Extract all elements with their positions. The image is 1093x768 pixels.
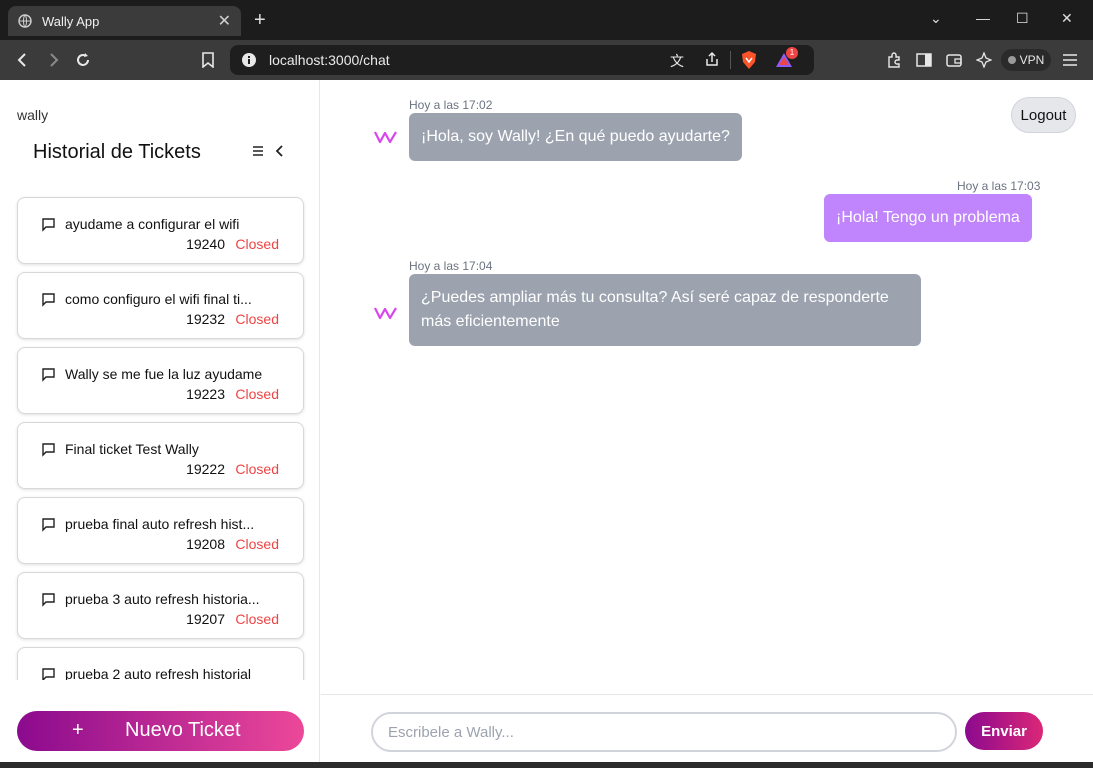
collapse-chevron-icon[interactable] (272, 143, 288, 159)
chat-bubble-icon (41, 217, 56, 232)
message-input[interactable] (371, 712, 957, 752)
list-menu-icon[interactable] (250, 143, 266, 159)
user-message-bubble: ¡Hola! Tengo un problema (824, 194, 1032, 242)
wally-logo-icon (374, 129, 398, 145)
ticket-status: Closed (235, 611, 279, 627)
wally-logo-icon (374, 305, 398, 321)
chat-bubble-icon (41, 367, 56, 382)
ticket-title: Wally se me fue la luz ayudame (65, 366, 263, 382)
ticket-card[interactable]: Wally se me fue la luz ayudame 19223 Clo… (17, 347, 304, 414)
sidebar-title: Historial de Tickets (33, 141, 201, 163)
wallet-icon[interactable] (943, 49, 965, 71)
message-composer: Enviar (321, 694, 1093, 762)
browser-toolbar: localhost:3000/chat 文 1 VPN (0, 40, 1093, 80)
reload-icon[interactable] (71, 48, 95, 72)
brave-shield-icon[interactable] (740, 50, 758, 73)
vpn-button[interactable]: VPN (1001, 49, 1051, 71)
sidebar-toggle-icon[interactable] (913, 49, 935, 71)
username: wally (17, 107, 49, 123)
ticket-card[interactable]: como configuro el wifi final ti... 19232… (17, 272, 304, 339)
translate-icon[interactable]: 文 (670, 51, 684, 71)
browser-menu-icon[interactable] (1059, 49, 1081, 71)
url-text: localhost:3000/chat (269, 52, 390, 68)
browser-tab-bar: Wally App ✕ + ⌄ — ☐ ✕ (0, 0, 1093, 40)
chat-panel: Logout Hoy a las 17:02 ¡Hola, soy Wally!… (321, 80, 1093, 694)
message-time: Hoy a las 17:02 (409, 98, 493, 112)
back-icon[interactable] (11, 48, 35, 72)
chat-bubble-icon (41, 442, 56, 457)
ticket-card[interactable]: prueba final auto refresh hist... 19208 … (17, 497, 304, 564)
chat-bubble-icon (41, 667, 56, 680)
bookmark-icon[interactable] (196, 48, 220, 72)
send-button[interactable]: Enviar (965, 712, 1043, 750)
new-tab-button[interactable]: + (254, 8, 266, 32)
ticket-status: Closed (235, 311, 279, 327)
ticket-number: 19232 (186, 311, 225, 327)
window-close-icon[interactable]: ✕ (1061, 10, 1073, 27)
tab-title: Wally App (42, 13, 100, 29)
ticket-title: prueba 3 auto refresh historia... (65, 591, 260, 607)
app-viewport: wally Historial de Tickets ayudame a con… (0, 80, 1093, 762)
window-bottom-edge (0, 762, 1093, 768)
ticket-sidebar: wally Historial de Tickets ayudame a con… (0, 80, 320, 762)
chat-bubble-icon (41, 517, 56, 532)
ticket-number: 19207 (186, 611, 225, 627)
message-time: Hoy a las 17:04 (409, 259, 493, 273)
extensions-icon[interactable] (883, 49, 905, 71)
browser-tab[interactable]: Wally App ✕ (8, 6, 241, 36)
share-icon[interactable] (704, 51, 720, 70)
plus-icon: + (72, 719, 84, 741)
ticket-card[interactable]: prueba 3 auto refresh historia... 19207 … (17, 572, 304, 639)
ticket-card[interactable]: Final ticket Test Wally 19222 Closed (17, 422, 304, 489)
bot-message-bubble: ¡Hola, soy Wally! ¿En qué puedo ayudarte… (409, 113, 742, 161)
minimize-icon[interactable]: — (976, 10, 990, 26)
globe-icon (18, 14, 32, 28)
vpn-status-icon (1007, 56, 1016, 64)
ticket-status: Closed (235, 536, 279, 552)
leo-ai-icon[interactable] (973, 49, 995, 71)
ticket-number: 19240 (186, 236, 225, 252)
ticket-card[interactable]: ayudame a configurar el wifi 19240 Close… (17, 197, 304, 264)
close-tab-icon[interactable]: ✕ (218, 11, 231, 31)
ticket-status: Closed (235, 461, 279, 477)
new-ticket-label: Nuevo Ticket (125, 719, 241, 741)
ticket-title: ayudame a configurar el wifi (65, 216, 240, 232)
ticket-title: prueba 2 auto refresh historial (65, 666, 251, 680)
logout-button[interactable]: Logout (1011, 97, 1076, 133)
forward-icon[interactable] (41, 48, 65, 72)
ticket-status: Closed (235, 236, 279, 252)
divider (730, 51, 731, 69)
site-info-icon[interactable] (241, 52, 257, 71)
ticket-list: ayudame a configurar el wifi 19240 Close… (0, 196, 320, 680)
vpn-label: VPN (1019, 53, 1045, 67)
message-time: Hoy a las 17:03 (957, 179, 1041, 193)
ticket-title: como configuro el wifi final ti... (65, 291, 252, 307)
ticket-card[interactable]: prueba 2 auto refresh historial (17, 647, 304, 680)
ticket-title: prueba final auto refresh hist... (65, 516, 255, 532)
new-ticket-button[interactable]: + Nuevo Ticket (17, 711, 304, 751)
chat-bubble-icon (41, 592, 56, 607)
chat-bubble-icon (41, 292, 56, 307)
ticket-title: Final ticket Test Wally (65, 441, 199, 457)
ticket-number: 19222 (186, 461, 225, 477)
ticket-number: 19208 (186, 536, 225, 552)
ticket-status: Closed (235, 386, 279, 402)
tab-list-chevron-icon[interactable]: ⌄ (930, 10, 942, 27)
ticket-number: 19223 (186, 386, 225, 402)
address-bar[interactable]: localhost:3000/chat 文 1 (230, 45, 814, 75)
maximize-icon[interactable]: ☐ (1016, 10, 1029, 27)
notification-badge: 1 (786, 47, 798, 59)
bot-message-bubble: ¿Puedes ampliar más tu consulta? Así ser… (409, 274, 921, 346)
